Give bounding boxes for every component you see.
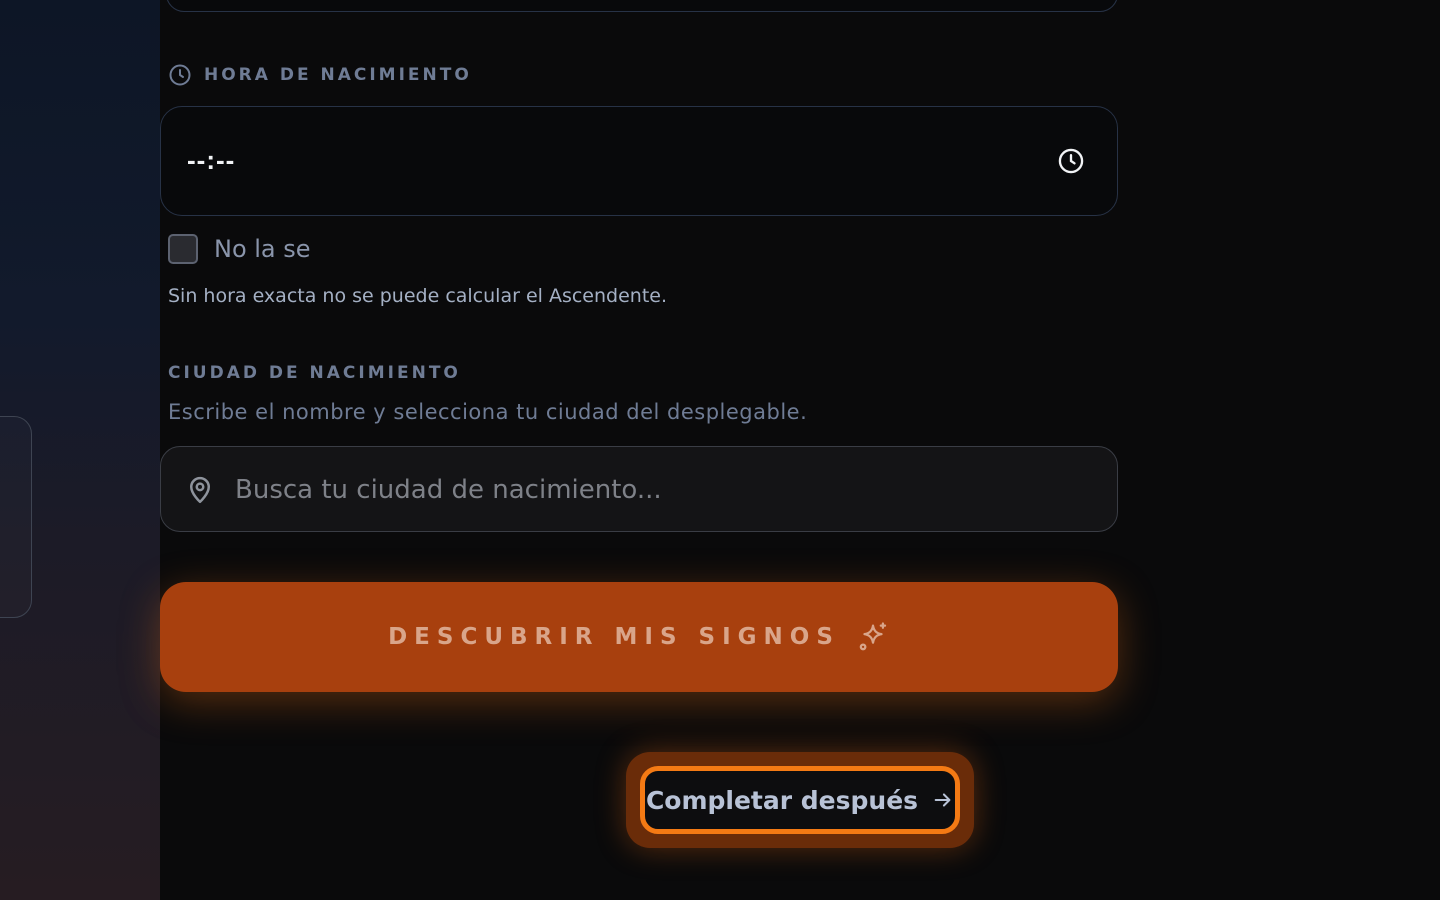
birth-time-label: HORA DE NACIMIENTO — [168, 63, 472, 87]
complete-later-label[interactable]: Completar después — [646, 786, 918, 815]
sidebar-background — [0, 0, 160, 900]
birth-time-value[interactable]: --:-- — [187, 145, 235, 176]
birth-city-label: CIUDAD DE NACIMIENTO — [168, 363, 461, 383]
sparkles-icon — [859, 622, 887, 651]
birth-city-input[interactable] — [233, 465, 1077, 515]
discover-signs-label[interactable]: DESCUBRIR MIS SIGNOS — [388, 624, 840, 650]
birth-city-field[interactable] — [160, 446, 1118, 532]
unknown-time-option[interactable]: No la se — [168, 234, 311, 264]
discover-signs-button[interactable]: DESCUBRIR MIS SIGNOS — [160, 582, 1118, 692]
sidebar-collapsed-panel[interactable] — [0, 416, 32, 618]
birth-city-help: Escribe el nombre y selecciona tu ciudad… — [168, 400, 808, 424]
unknown-time-label[interactable]: No la se — [214, 235, 311, 263]
previous-field-edge — [166, 0, 1118, 12]
map-pin-icon — [190, 476, 210, 504]
birth-time-label-text: HORA DE NACIMIENTO — [204, 65, 472, 85]
unknown-time-checkbox[interactable] — [168, 234, 198, 264]
clock-icon — [169, 64, 191, 86]
arrow-right-icon — [934, 793, 951, 807]
time-picker-clock-icon[interactable] — [1057, 147, 1085, 175]
complete-later-button[interactable]: Completar después — [640, 766, 960, 834]
ascendant-hint: Sin hora exacta no se puede calcular el … — [168, 285, 668, 307]
complete-later-focus-ring: Completar después — [626, 752, 974, 848]
birth-time-input[interactable]: --:-- — [160, 106, 1118, 216]
